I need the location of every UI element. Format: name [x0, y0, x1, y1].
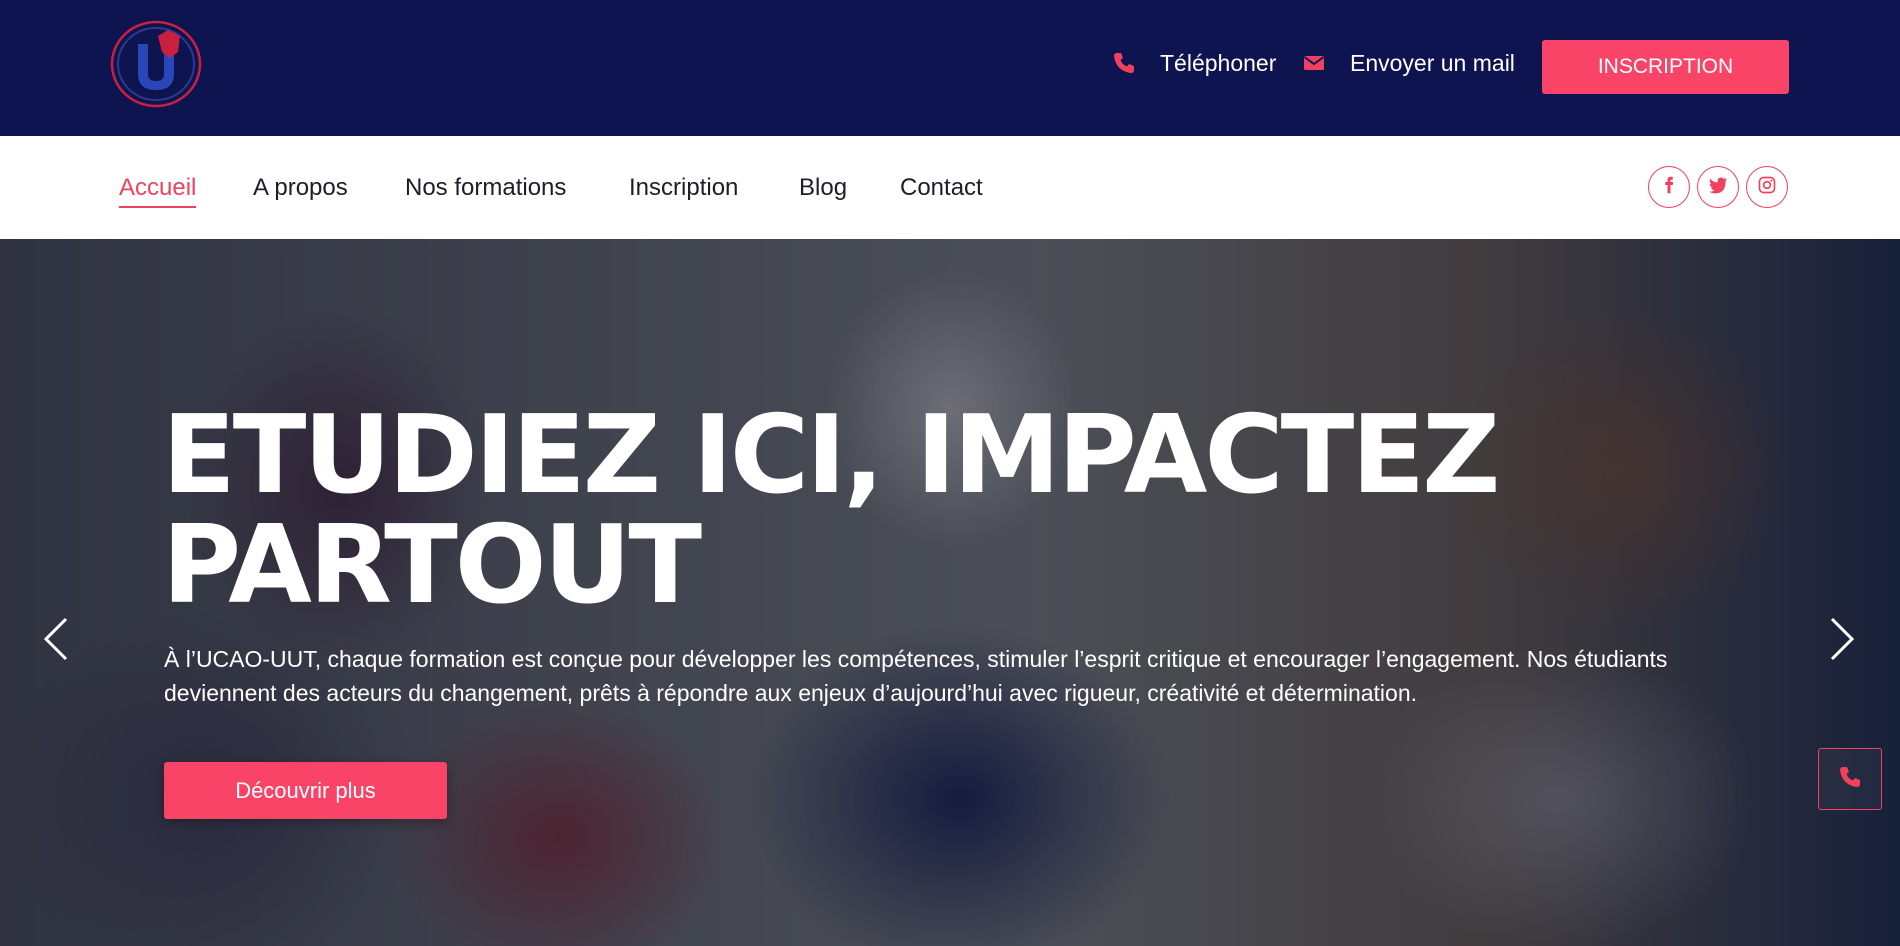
nav-item-contact[interactable]: Contact [900, 174, 983, 202]
hero-paragraph: À l’UCAO-UUT, chaque formation est conçu… [164, 646, 1668, 706]
inscription-button[interactable]: INSCRIPTION [1542, 40, 1789, 94]
facebook-link[interactable] [1648, 166, 1690, 208]
hero-section: ETUDIEZ ICI, IMPACTEZ PARTOUT À l’UCAO-U… [0, 239, 1900, 946]
twitter-icon [1708, 175, 1728, 200]
phone-icon [1112, 51, 1138, 77]
phone-label: Téléphoner [1160, 50, 1277, 76]
twitter-link[interactable] [1697, 166, 1739, 208]
mail-icon [1302, 51, 1328, 77]
mail-label: Envoyer un mail [1350, 50, 1515, 76]
mail-link[interactable]: Envoyer un mail [1302, 50, 1515, 77]
university-logo[interactable] [108, 18, 204, 110]
nav-item-inscription[interactable]: Inscription [629, 174, 738, 202]
discover-more-button[interactable]: Découvrir plus [164, 762, 447, 819]
carousel-prev-button[interactable] [36, 609, 76, 669]
phone-link[interactable]: Téléphoner [1112, 50, 1276, 77]
floating-call-button[interactable] [1818, 748, 1882, 810]
top-bar: Téléphoner Envoyer un mail INSCRIPTION [0, 0, 1900, 136]
nav-item-blog[interactable]: Blog [799, 174, 847, 202]
main-navigation: Accueil A propos Nos formations Inscript… [0, 136, 1900, 239]
instagram-link[interactable] [1746, 166, 1788, 208]
carousel-next-button[interactable] [1822, 609, 1862, 669]
nav-item-a-propos[interactable]: A propos [253, 174, 348, 202]
hero-title-line2: PARTOUT [162, 503, 702, 628]
nav-item-accueil[interactable]: Accueil [119, 174, 197, 208]
nav-item-nos-formations[interactable]: Nos formations [405, 174, 566, 202]
hero-title: ETUDIEZ ICI, IMPACTEZ PARTOUT [162, 401, 1562, 621]
hero-title-line1: ETUDIEZ ICI, IMPACTEZ [162, 393, 1500, 518]
chevron-right-icon [1822, 617, 1862, 673]
chevron-left-icon [36, 617, 76, 673]
instagram-icon [1757, 175, 1777, 200]
facebook-icon [1660, 176, 1678, 199]
phone-icon [1838, 765, 1862, 794]
